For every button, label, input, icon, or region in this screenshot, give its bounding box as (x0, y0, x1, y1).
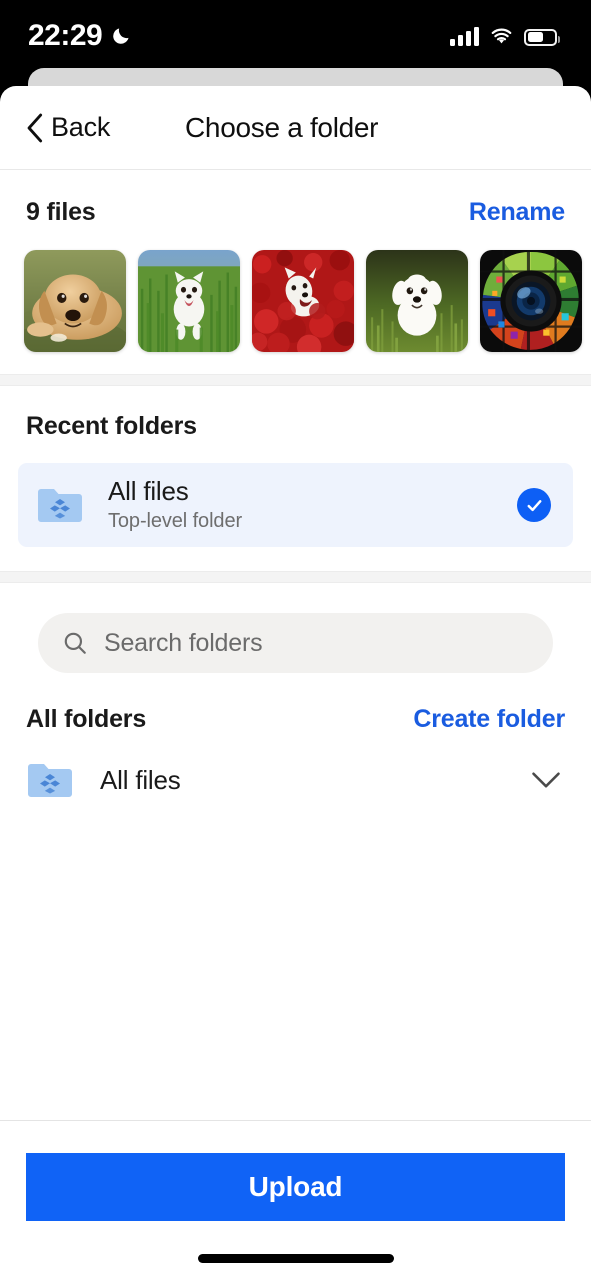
battery-icon (524, 28, 560, 46)
dropbox-folder-icon (28, 764, 72, 797)
footer-bar: Upload (0, 1120, 591, 1280)
moon-icon (113, 28, 129, 44)
folder-row-all-files[interactable]: All files (0, 734, 591, 800)
recent-folders-title: Recent folders (26, 412, 197, 440)
all-folders-title: All folders (26, 705, 147, 733)
status-bar-right (450, 26, 560, 46)
file-thumbnail-strip (0, 227, 591, 352)
folder-picker-sheet: Back Choose a folder 9 files Rename Rece… (0, 86, 591, 1280)
upload-button[interactable]: Upload (26, 1153, 565, 1221)
cellular-signal-icon (450, 26, 479, 46)
thumbnail-white-dog-in-red-flowers[interactable] (252, 250, 354, 352)
search-section (0, 583, 591, 673)
thumbnail-golden-retriever-puppy-on-grass[interactable] (24, 250, 126, 352)
search-bar[interactable] (38, 613, 553, 673)
recent-folder-name: All files (108, 475, 189, 506)
thumbnail-white-maltese-puppy-in-grass[interactable] (366, 250, 468, 352)
section-divider-2 (0, 571, 591, 583)
home-indicator (197, 1254, 394, 1263)
thumbnail-white-pomeranian-running-in-tall-grass[interactable] (138, 250, 240, 352)
all-folders-header: All folders Create folder (0, 673, 591, 734)
recent-folder-row-all-files[interactable]: All files Top-level folder (18, 463, 573, 547)
dropbox-folder-icon (38, 489, 82, 522)
status-bar: 22:29 (0, 0, 591, 72)
files-header: 9 files Rename (0, 170, 591, 227)
back-label: Back (51, 112, 111, 142)
recent-folders-section: Recent folders All files Top-level folde… (0, 386, 591, 571)
nav-bar: Back Choose a folder (0, 86, 591, 170)
back-button[interactable]: Back (0, 112, 110, 143)
recent-folder-subtitle: Top-level folder (108, 510, 243, 533)
create-folder-button[interactable]: Create folder (413, 705, 565, 734)
search-input[interactable] (104, 628, 529, 658)
phone-screen: 22:29 Back Choose a folder 9 files Renam… (0, 0, 591, 1280)
wifi-icon (491, 28, 512, 43)
chevron-down-icon[interactable] (531, 771, 561, 789)
page-title: Choose a folder (185, 111, 379, 143)
folder-row-label: All files (100, 764, 181, 795)
search-icon (64, 632, 86, 654)
status-bar-left: 22:29 (28, 19, 131, 53)
section-divider-1 (0, 374, 591, 386)
files-count: 9 files (26, 198, 96, 226)
rename-button[interactable]: Rename (469, 198, 565, 227)
status-time: 22:29 (28, 19, 103, 52)
thumbnail-camera-lens-color-mosaic-icon[interactable] (480, 250, 582, 352)
recent-folder-texts: All files Top-level folder (108, 475, 517, 534)
chevron-left-icon (27, 113, 43, 142)
check-circle-icon[interactable] (517, 488, 551, 522)
